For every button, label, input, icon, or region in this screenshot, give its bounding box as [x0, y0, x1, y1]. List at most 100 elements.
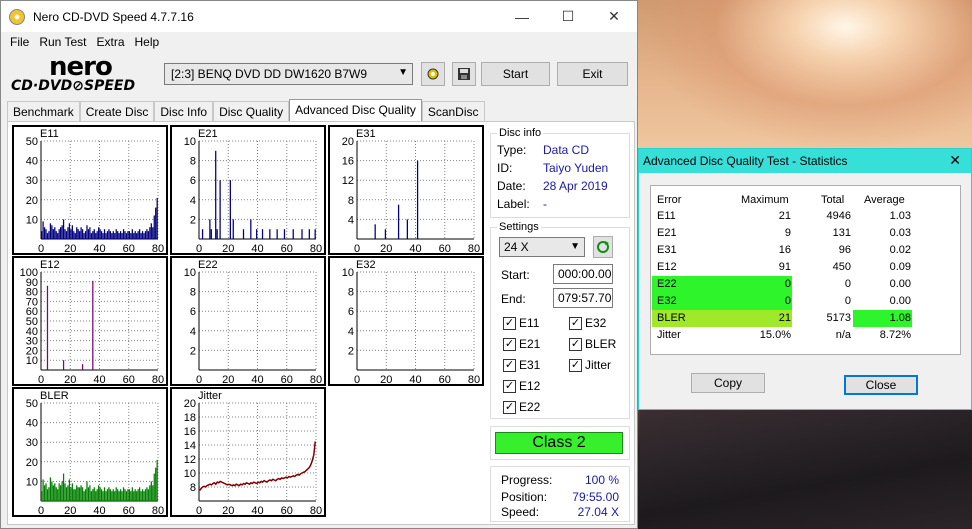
- speed-value: 27.04 X: [577, 505, 619, 519]
- bar: [125, 491, 128, 501]
- bar: [79, 487, 81, 501]
- save-button[interactable]: [452, 62, 476, 86]
- checkbox-e12[interactable]: ✓ E12: [503, 379, 540, 393]
- bar: [103, 487, 106, 501]
- y-tick-label: 10: [184, 136, 196, 148]
- bar: [99, 487, 101, 501]
- checkbox-e32[interactable]: ✓ E32: [569, 316, 606, 330]
- start-button[interactable]: Start: [481, 62, 550, 86]
- x-tick-label: 0: [354, 243, 360, 255]
- stats-maximum: 21: [778, 312, 791, 324]
- bar: [122, 487, 125, 501]
- bar: [242, 229, 245, 239]
- y-tick-label: 18: [184, 412, 196, 424]
- bar: [115, 229, 117, 239]
- bar: [68, 223, 71, 239]
- table-row: E12 91 450 0.09: [651, 259, 962, 276]
- stats-close-button[interactable]: Close: [844, 375, 918, 395]
- bar: [112, 231, 114, 239]
- bar: [98, 227, 100, 239]
- y-tick-label: 30: [26, 437, 38, 449]
- window-title: Nero CD-DVD Speed 4.7.7.16: [33, 9, 194, 24]
- tab-disc-quality[interactable]: Disc Quality: [213, 101, 290, 122]
- label-label: Label:: [497, 197, 530, 211]
- bar: [90, 491, 92, 501]
- table-row: E22 0 0 0.00: [651, 276, 962, 293]
- bar: [95, 233, 97, 239]
- table-row: Jitter 15.0% n/a 8.72%: [651, 327, 962, 344]
- bar: [155, 207, 157, 239]
- bar: [216, 229, 218, 239]
- bar: [96, 489, 98, 501]
- y-tick-label: 2: [190, 345, 196, 357]
- speed-select[interactable]: 24 X ▼: [499, 237, 585, 257]
- drive-select[interactable]: [2:3] BENQ DVD DD DW1620 B7W9 ▼: [164, 63, 413, 85]
- checkbox-e22[interactable]: ✓ E22: [503, 400, 540, 414]
- bar: [89, 485, 91, 501]
- bar: [127, 231, 129, 239]
- checkbox-e31[interactable]: ✓ E31: [503, 358, 540, 372]
- bar: [153, 473, 155, 501]
- y-tick-label: 10: [342, 267, 354, 279]
- id-label: ID:: [497, 161, 513, 175]
- bar: [76, 485, 78, 501]
- x-tick-label: 40: [93, 243, 105, 255]
- checkbox-label: E21: [519, 337, 541, 351]
- y-tick-label: 4: [348, 214, 354, 226]
- bar: [70, 487, 72, 501]
- progress-group: Progress: 100 % Position: 79:55.00 Speed…: [490, 466, 630, 522]
- menu-help[interactable]: Help: [130, 35, 165, 49]
- bar: [62, 473, 65, 501]
- x-tick-label: 40: [93, 374, 105, 386]
- bar: [292, 229, 294, 239]
- bar: [57, 233, 59, 239]
- menu-extra[interactable]: Extra: [91, 35, 129, 49]
- bar: [89, 227, 91, 239]
- x-tick-label: 20: [380, 243, 392, 255]
- drive-info-button[interactable]: [421, 62, 445, 86]
- menu-file[interactable]: File: [5, 35, 34, 49]
- bar: [127, 489, 129, 501]
- x-tick-label: 80: [152, 374, 164, 386]
- tab-benchmark[interactable]: Benchmark: [7, 101, 80, 122]
- start-input[interactable]: 000:00.00: [553, 264, 613, 284]
- exit-button[interactable]: Exit: [557, 62, 628, 86]
- close-icon[interactable]: ✕: [949, 152, 961, 169]
- bar: [125, 233, 128, 239]
- type-value: Data CD: [543, 143, 590, 157]
- maximize-button[interactable]: ☐: [545, 1, 591, 32]
- stats-average: 0.00: [889, 295, 911, 307]
- stats-total: 0: [844, 295, 851, 307]
- checkbox-jitter[interactable]: ✓ Jitter: [569, 358, 611, 372]
- y-tick-label: 20: [26, 457, 38, 469]
- bar: [73, 231, 75, 239]
- label-value: -: [543, 197, 547, 211]
- checkbox-bler[interactable]: ✓ BLER: [569, 337, 616, 351]
- bar: [141, 489, 144, 501]
- bar: [54, 483, 56, 501]
- bar: [138, 487, 141, 501]
- bar: [136, 233, 138, 239]
- bar: [71, 225, 73, 239]
- refresh-speed-button[interactable]: [593, 236, 613, 258]
- tab-scandisc[interactable]: ScanDisc: [421, 101, 485, 122]
- end-input[interactable]: 079:57.70: [553, 288, 613, 308]
- copy-button[interactable]: Copy: [691, 373, 765, 393]
- chevron-down-icon: ▼: [570, 241, 580, 252]
- bar: [276, 229, 278, 239]
- checkbox-e21[interactable]: ✓ E21: [503, 337, 540, 351]
- header-total: Total: [821, 194, 845, 206]
- close-button[interactable]: ✕: [591, 1, 637, 32]
- chart-e22: E22 0 20 40 60 80 2 4 6 8 10: [170, 256, 326, 386]
- bar: [150, 223, 152, 239]
- checkbox-e11[interactable]: ✓ E11: [503, 316, 539, 330]
- bar: [58, 483, 60, 501]
- menu-run-test[interactable]: Run Test: [34, 35, 91, 49]
- minimize-button[interactable]: —: [499, 1, 545, 32]
- y-tick-label: 4: [190, 195, 196, 207]
- tab-create-disc[interactable]: Create Disc: [79, 101, 155, 122]
- check-icon: ✓: [569, 358, 582, 372]
- bar: [131, 229, 133, 239]
- tab-advanced-disc-quality[interactable]: Advanced Disc Quality: [289, 99, 422, 122]
- tab-disc-info[interactable]: Disc Info: [154, 101, 214, 122]
